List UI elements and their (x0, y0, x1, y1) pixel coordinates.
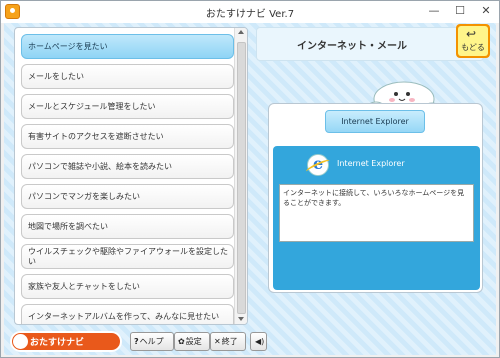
list-item[interactable]: メールとスケジュール管理をしたい (21, 94, 234, 119)
list-item[interactable]: 有害サイトのアクセスを遮断させたい (21, 124, 234, 149)
list-item[interactable]: ウイルスチェックや駆除やファイアウォールを設定したい (21, 244, 234, 269)
list-item[interactable]: ホームページを見たい (21, 34, 234, 59)
launch-app-button[interactable]: Internet Explorer (325, 110, 425, 133)
category-header: インターネット・メール (256, 27, 484, 61)
task-list-panel: ホームページを見たい メールをしたい メールとスケジュール管理をしたい 有害サイ… (14, 27, 248, 325)
help-button[interactable]: ?ヘルプ (130, 332, 174, 351)
list-scrollbar[interactable] (234, 28, 247, 324)
exit-icon: ✕ (214, 337, 221, 346)
help-label: ヘルプ (139, 337, 164, 346)
app-info-card: Internet Explorer インターネットに接続して、いろいろなホームペ… (273, 146, 480, 290)
logo-text: おたすけナビ (30, 338, 85, 348)
speaker-icon: ◀) (255, 337, 265, 346)
app-card-title: Internet Explorer (337, 159, 405, 168)
scroll-thumb[interactable] (237, 42, 246, 314)
list-item[interactable]: パソコンで雑誌や小説、絵本を読みたい (21, 154, 234, 179)
category-title: インターネット・メール (297, 41, 407, 52)
list-item[interactable]: インターネットアルバムを作って、みんなに見せたい (21, 304, 234, 324)
app-description: インターネットに接続して、いろいろなホームページを見ることができます。 (279, 184, 474, 242)
task-list: ホームページを見たい メールをしたい メールとスケジュール管理をしたい 有害サイ… (21, 34, 234, 324)
back-arrow-icon: ↩ (466, 27, 477, 41)
app-window: おたすけナビ Ver.7 — ☐ ✕ ホームページを見たい メールをしたい メー… (0, 0, 500, 358)
logo-mascot-icon (13, 334, 28, 349)
internet-explorer-icon (307, 154, 329, 176)
detail-panel: Internet Explorer Internet Explorer インター… (268, 103, 483, 293)
scroll-down-icon[interactable] (238, 317, 244, 321)
settings-label: 設定 (185, 337, 202, 346)
list-item[interactable]: 家族や友人とチャットをしたい (21, 274, 234, 299)
list-item[interactable]: メールをしたい (21, 64, 234, 89)
back-button[interactable]: ↩ もどる (456, 24, 490, 58)
bottom-toolbar: おたすけナビ ?ヘルプ ✿設定 ✕終了 ◀) (4, 326, 496, 355)
list-item[interactable]: 地図で場所を調べたい (21, 214, 234, 239)
app-logo: おたすけナビ (10, 331, 122, 352)
settings-icon: ✿ (178, 337, 185, 346)
settings-button[interactable]: ✿設定 (174, 332, 210, 351)
back-button-face: ↩ もどる (458, 26, 488, 56)
scroll-up-icon[interactable] (238, 30, 244, 34)
sound-button[interactable]: ◀) (250, 332, 267, 351)
title-bar: おたすけナビ Ver.7 — ☐ ✕ (1, 1, 499, 23)
back-button-label: もどる (461, 43, 485, 52)
list-item[interactable]: パソコンでマンガを楽しみたい (21, 184, 234, 209)
help-icon: ? (134, 337, 139, 346)
close-button[interactable]: ✕ (473, 1, 499, 21)
minimize-button[interactable]: — (421, 1, 447, 21)
exit-label: 終了 (221, 337, 238, 346)
maximize-button[interactable]: ☐ (447, 1, 473, 21)
main-content: ホームページを見たい メールをしたい メールとスケジュール管理をしたい 有害サイ… (4, 23, 496, 355)
app-card-header: Internet Explorer (273, 146, 480, 182)
exit-button[interactable]: ✕終了 (210, 332, 246, 351)
